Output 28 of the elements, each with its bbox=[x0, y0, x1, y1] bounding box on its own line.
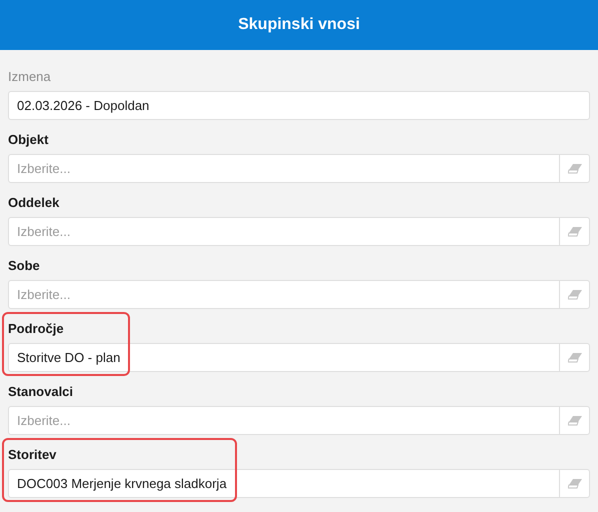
field-label: Oddelek bbox=[8, 194, 60, 212]
field-placeholder: Izberite... bbox=[17, 412, 70, 430]
field-label: Izmena bbox=[8, 68, 52, 86]
eraser-icon bbox=[568, 226, 582, 236]
eraser-icon bbox=[568, 164, 582, 174]
field-value: DOC003 Merjenje krvnega sladkorja bbox=[17, 474, 227, 493]
field-label: Objekt bbox=[8, 131, 50, 149]
field-label: Storitev bbox=[8, 446, 58, 464]
eraser-icon bbox=[568, 478, 582, 488]
field-label: Področje bbox=[8, 320, 65, 338]
select-field[interactable]: Izberite... bbox=[8, 280, 590, 309]
field-value: 02.03.2026 - Dopoldan bbox=[17, 96, 150, 115]
select-field[interactable]: Izberite... bbox=[8, 217, 590, 246]
eraser-icon bbox=[568, 352, 582, 362]
text-field[interactable]: 02.03.2026 - Dopoldan bbox=[8, 91, 590, 120]
field-placeholder: Izberite... bbox=[17, 286, 70, 304]
field-placeholder: Izberite... bbox=[17, 160, 70, 178]
field-placeholder: Izberite... bbox=[17, 222, 70, 241]
page-title: Skupinski vnosi bbox=[238, 15, 360, 35]
field-label: Stanovalci bbox=[8, 383, 74, 401]
select-field[interactable]: Izberite... bbox=[8, 406, 590, 435]
eraser-icon bbox=[568, 290, 582, 300]
field-label: Sobe bbox=[8, 257, 41, 275]
select-field[interactable]: Storitve DO - plan bbox=[8, 343, 590, 372]
select-field[interactable]: Izberite... bbox=[8, 154, 590, 183]
field-value: Storitve DO - plan bbox=[17, 348, 120, 367]
eraser-icon bbox=[568, 416, 582, 426]
select-field[interactable]: DOC003 Merjenje krvnega sladkorja bbox=[8, 469, 590, 498]
